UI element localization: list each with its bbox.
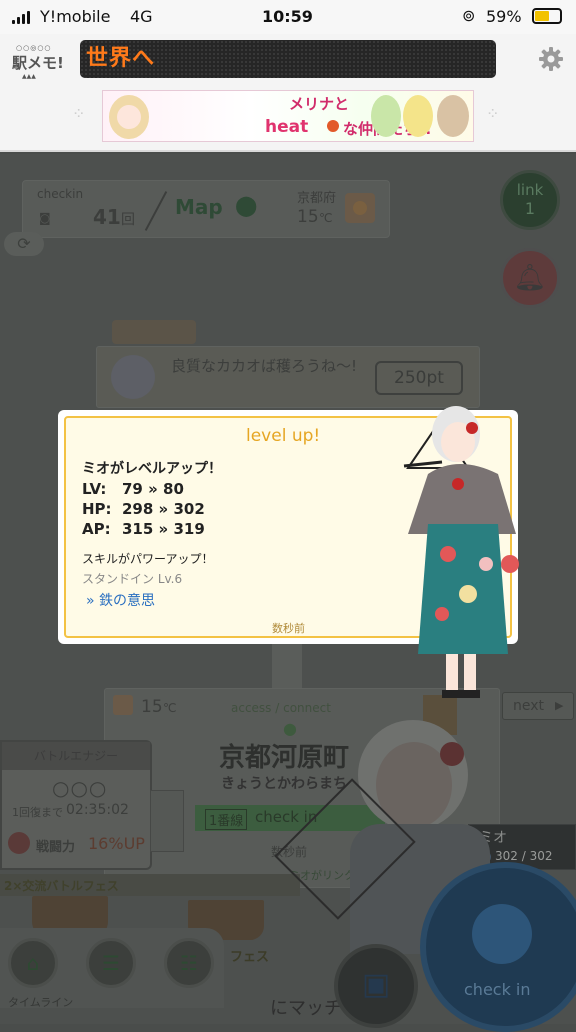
station-temperature: 15 <box>141 697 163 717</box>
station-temp-unit: ℃ <box>163 701 177 715</box>
app-header: ○○◎○○ 駅メモ! ▲▲▲ 世界へ ⁘ ⁘ メリナと heat な仲間たち!! <box>0 34 576 152</box>
mission-card[interactable]: 良質なカカオば穫ろうね～! 250pt <box>96 346 480 408</box>
station-name: 京都河原町 <box>219 743 350 773</box>
weather-sun-icon <box>345 193 375 223</box>
battle-power-icon <box>8 832 30 854</box>
link-count: 1 <box>524 199 536 218</box>
recover-label: 1回復まで <box>12 806 63 819</box>
fes-banner[interactable]: 2×交流バトルフェス <box>0 874 300 896</box>
timeline-label: タイムライン <box>8 996 74 1009</box>
banner-character-2 <box>371 95 401 137</box>
checkin-unit: 回 <box>121 212 135 228</box>
mission-points[interactable]: 250pt <box>375 361 463 395</box>
list-button[interactable]: ☷ <box>164 938 214 988</box>
notification-bell-button[interactable]: 🔔︎ <box>500 248 560 308</box>
recover-time: 02:35:02 <box>66 802 129 818</box>
banner-character-3 <box>403 95 433 137</box>
mission-badge <box>112 320 196 344</box>
temperature-unit: ℃ <box>319 211 333 225</box>
battery-icon <box>532 8 562 24</box>
stat-hp-label: HP: <box>82 500 112 518</box>
power-value: 16%UP <box>88 834 145 853</box>
skill-name: スタンドイン Lv.6 <box>82 572 183 586</box>
link-label: link <box>516 181 544 199</box>
skill-link[interactable]: » 鉄の意思 <box>86 590 155 610</box>
refresh-icon[interactable]: ⟳ <box>4 232 44 256</box>
line-label: 1番線 <box>205 809 248 830</box>
checkin-big-label: check in <box>464 980 531 999</box>
banner-title-1: メリナと <box>289 95 350 113</box>
app-logo-text: 駅メモ! <box>12 54 64 72</box>
levelup-title: level up! <box>246 426 321 446</box>
banner-character-4 <box>437 95 469 137</box>
checkin-label: checkin <box>37 187 84 201</box>
gear-icon[interactable] <box>538 46 564 72</box>
power-label: 戦闘力 <box>36 840 76 855</box>
stat-lv-value: 79 » 80 <box>122 480 184 498</box>
station-reading: きょうとかわらまち <box>221 776 347 792</box>
map-pin-icon: ⬤ <box>235 193 258 217</box>
denko-hp: 302 / 302 <box>495 849 553 863</box>
camera-icon: ◙ <box>39 211 51 225</box>
timeline-button[interactable]: ☰ <box>86 938 136 988</box>
station-weather-icon <box>113 695 133 715</box>
battle-energy-card[interactable]: バトルエナジー ○○○ 1回復まで 02:35:02 戦闘力 16%UP <box>0 740 152 870</box>
banner-decoration-left: ⁘ <box>72 104 86 123</box>
checkin-count: 41 <box>93 205 121 229</box>
fes-banner-2: フェス <box>230 950 270 965</box>
home-button[interactable]: ⌂ <box>8 938 58 988</box>
carrier: Y!mobile <box>40 7 111 26</box>
stat-hp-value: 298 » 302 <box>122 500 205 518</box>
rotation-lock-icon: ⊚ <box>462 6 476 25</box>
battle-energy-title: バトルエナジー <box>2 742 150 770</box>
news-ticker[interactable]: 世界へ <box>80 40 496 78</box>
banner-decoration-right: ⁘ <box>486 104 500 123</box>
event-banner[interactable]: メリナと heat な仲間たち!! <box>102 90 474 142</box>
mission-avatar <box>111 355 155 399</box>
list-icon: ☷ <box>180 951 198 975</box>
levelup-timestamp: 数秒前 <box>272 622 305 635</box>
network-type: 4G <box>130 7 153 26</box>
energy-circles: ○○○ <box>52 776 108 800</box>
battery-percent: 59% <box>486 7 522 26</box>
next-arrow-icon: ▶ <box>555 699 564 712</box>
app-logo[interactable]: ○○◎○○ 駅メモ! ▲▲▲ <box>12 44 72 84</box>
clock: 10:59 <box>262 7 313 26</box>
denko-character-kimono <box>398 404 528 710</box>
leaf-icon: ● <box>283 719 297 738</box>
access-connect-label: access / connect <box>231 701 331 715</box>
map-label[interactable]: Map <box>175 195 223 219</box>
checkin-big-button[interactable]: check in <box>420 862 576 1032</box>
bell-icon: 🔔︎ <box>513 263 547 293</box>
signal-icon <box>12 11 34 24</box>
skill-message: スキルがパワーアップ！ <box>82 552 214 566</box>
temperature: 15 <box>297 207 319 227</box>
link-button[interactable]: link 1 <box>500 170 560 230</box>
briefcase-button[interactable]: ▣ <box>334 944 418 1028</box>
timeline-icon: ☰ <box>102 951 120 975</box>
stat-ap-label: AP: <box>82 520 111 538</box>
fes-banner-text: 2×交流バトルフェス <box>4 879 119 893</box>
briefcase-icon: ▣ <box>361 967 391 1002</box>
denko-face-icon <box>472 904 532 964</box>
divider <box>144 191 168 231</box>
bottom-nav: ⌂ ☰ ☷ タイムライン <box>0 928 224 1009</box>
stat-lv-label: LV: <box>82 480 107 498</box>
prefecture: 京都府 <box>297 191 337 206</box>
levelup-message: ミオがレベルアップ！ <box>82 461 222 477</box>
checkin-card[interactable]: checkin ◙ 41 回 Map ⬤ 京都府 15 ℃ <box>22 180 390 238</box>
stat-ap-value: 315 » 319 <box>122 520 205 538</box>
banner-character-face <box>117 105 141 129</box>
side-tab[interactable] <box>150 790 184 852</box>
station-sign-pole <box>272 644 302 694</box>
banner-title-2: heat <box>265 117 309 137</box>
heat-icon <box>327 120 339 132</box>
mission-text: 良質なカカオば穫ろうね～! <box>171 357 358 375</box>
home-icon: ⌂ <box>26 951 40 975</box>
status-bar: Y!mobile 4G 10:59 ⊚ 59% <box>0 0 576 34</box>
